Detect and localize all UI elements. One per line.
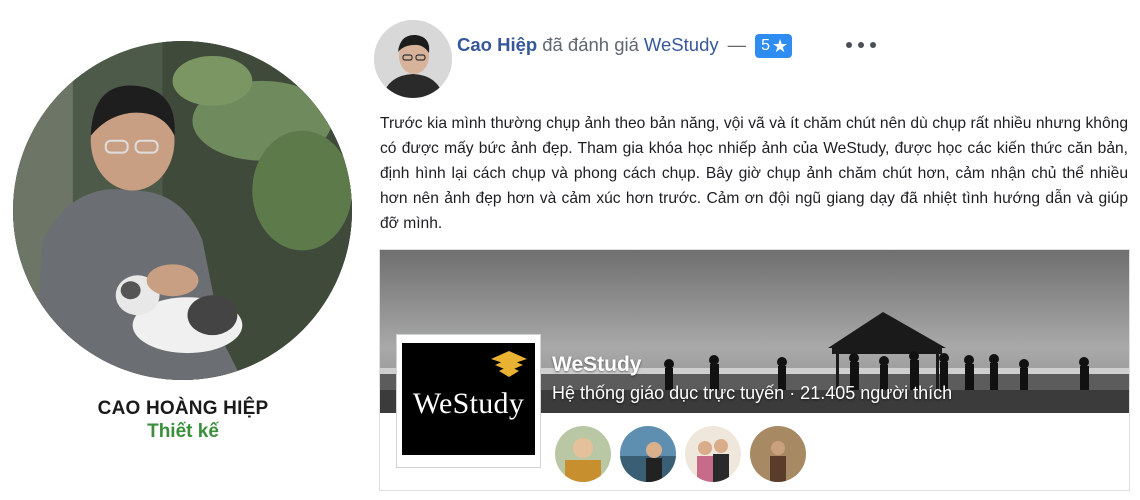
profile-photo: [13, 41, 352, 380]
page-card[interactable]: WeStudy WeStudy Hệ thống giáo dục trực t…: [379, 249, 1130, 491]
page-name-link[interactable]: WeStudy: [552, 353, 641, 377]
reviewer-avatar[interactable]: [374, 20, 452, 98]
reviewer-name-link[interactable]: Cao Hiệp: [457, 34, 537, 56]
star-icon: ★: [772, 36, 789, 56]
logo-mark-icon: [491, 351, 527, 377]
logo-wordmark: WeStudy: [412, 387, 525, 420]
profile-role: Thiết kế: [147, 421, 219, 442]
review-verb: đã đánh giá: [542, 34, 639, 55]
rating-badge: 5 ★: [755, 34, 793, 58]
more-options-icon[interactable]: [846, 35, 876, 55]
profile-name: CAO HOÀNG HIỆP: [97, 398, 269, 419]
liker-avatar[interactable]: [750, 426, 806, 482]
page-logo[interactable]: WeStudy: [396, 334, 541, 468]
liker-avatar[interactable]: [555, 426, 611, 482]
separator-dash: —: [727, 34, 747, 55]
liker-avatar[interactable]: [620, 426, 676, 482]
rating-value: 5: [761, 37, 771, 54]
page-subtitle: Hệ thống giáo dục trực tuyến · 21.405 ng…: [552, 383, 953, 403]
reviewed-page-link[interactable]: WeStudy: [644, 34, 719, 56]
liker-avatar[interactable]: [685, 426, 741, 482]
liker-avatars: [555, 426, 806, 482]
review-text: Trước kia mình thường chụp ảnh theo bản …: [380, 115, 1128, 232]
review-header: Cao Hiệp đã đánh giá WeStudy — 5 ★: [457, 31, 793, 59]
